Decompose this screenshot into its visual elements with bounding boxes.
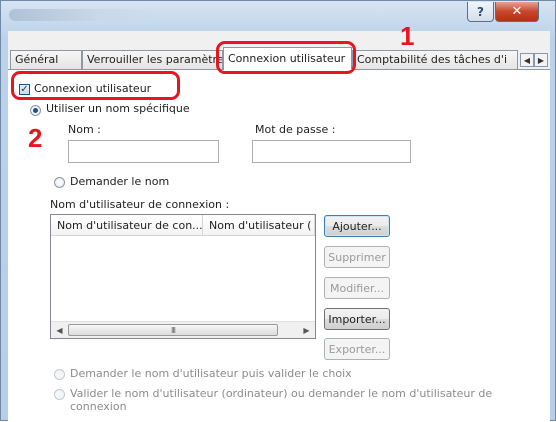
tab-lock-settings[interactable]: Verrouiller les paramètres bbox=[82, 50, 223, 69]
specific-name-radio-label[interactable]: Utiliser un nom spécifique bbox=[46, 102, 190, 115]
help-button[interactable]: ? bbox=[467, 2, 494, 22]
validate-computer-name-radio-label-line2[interactable]: connexion bbox=[70, 400, 127, 413]
login-list-label: Nom d'utilisateur de connexion : bbox=[50, 198, 230, 211]
column-header-user-name[interactable]: Nom d'utilisateur ( bbox=[203, 215, 315, 236]
add-button[interactable]: Ajouter... bbox=[324, 215, 390, 237]
callout-highlight-checkbox bbox=[11, 71, 180, 100]
dialog-body: Général Verrouiller les paramètres Conne… bbox=[8, 31, 550, 422]
close-icon: ✕ bbox=[511, 4, 523, 19]
tab-panel-user-login: ✓ Connexion utilisateur Utiliser un nom … bbox=[8, 69, 550, 422]
name-label: Nom : bbox=[68, 123, 101, 136]
validate-computer-name-radio-label-line1[interactable]: Valider le nom d'utilisateur (ordinateur… bbox=[70, 387, 492, 400]
prompt-name-radio[interactable] bbox=[54, 177, 65, 188]
validate-choice-radio-label[interactable]: Demander le nom d'utilisateur puis valid… bbox=[70, 367, 352, 380]
callout-number-1: 1 bbox=[400, 21, 415, 51]
tab-scroll-right-icon[interactable]: ▶ bbox=[534, 53, 548, 67]
horizontal-scrollbar[interactable]: ◀ III ▶ bbox=[51, 321, 315, 338]
prompt-name-radio-label[interactable]: Demander le nom bbox=[70, 175, 169, 188]
tab-user-login[interactable]: Connexion utilisateur bbox=[223, 47, 352, 70]
tab-scroll-left-icon[interactable]: ◀ bbox=[520, 53, 534, 67]
scroll-thumb[interactable]: III bbox=[68, 324, 278, 336]
callout-number-2: 2 bbox=[28, 123, 43, 153]
tab-general[interactable]: Général bbox=[10, 50, 82, 69]
password-input[interactable] bbox=[252, 140, 411, 163]
tab-job-accounting[interactable]: Comptabilité des tâches d'i bbox=[352, 50, 518, 69]
dialog-window: ? ✕ Général Verrouiller les paramètres C… bbox=[0, 0, 556, 422]
scroll-left-icon[interactable]: ◀ bbox=[51, 322, 68, 338]
validate-computer-name-radio[interactable] bbox=[54, 389, 65, 400]
close-button[interactable]: ✕ bbox=[495, 2, 539, 22]
specific-name-radio[interactable] bbox=[30, 105, 41, 116]
tab-strip: Général Verrouiller les paramètres Conne… bbox=[8, 47, 550, 70]
column-header-login-name[interactable]: Nom d'utilisateur de con... bbox=[51, 215, 203, 236]
scroll-right-icon[interactable]: ▶ bbox=[298, 322, 315, 338]
import-button[interactable]: Importer... bbox=[324, 308, 390, 330]
export-button[interactable]: Exporter... bbox=[324, 338, 390, 360]
title-bar[interactable]: ? ✕ bbox=[1, 1, 555, 31]
name-input[interactable] bbox=[68, 140, 219, 163]
delete-button[interactable]: Supprimer bbox=[324, 246, 390, 268]
modify-button[interactable]: Modifier... bbox=[324, 277, 390, 299]
login-user-list[interactable]: Nom d'utilisateur de con... Nom d'utilis… bbox=[50, 214, 316, 339]
validate-choice-radio[interactable] bbox=[54, 369, 65, 380]
help-icon: ? bbox=[477, 4, 484, 19]
window-title-blurred bbox=[9, 9, 159, 21]
password-label: Mot de passe : bbox=[255, 123, 336, 136]
